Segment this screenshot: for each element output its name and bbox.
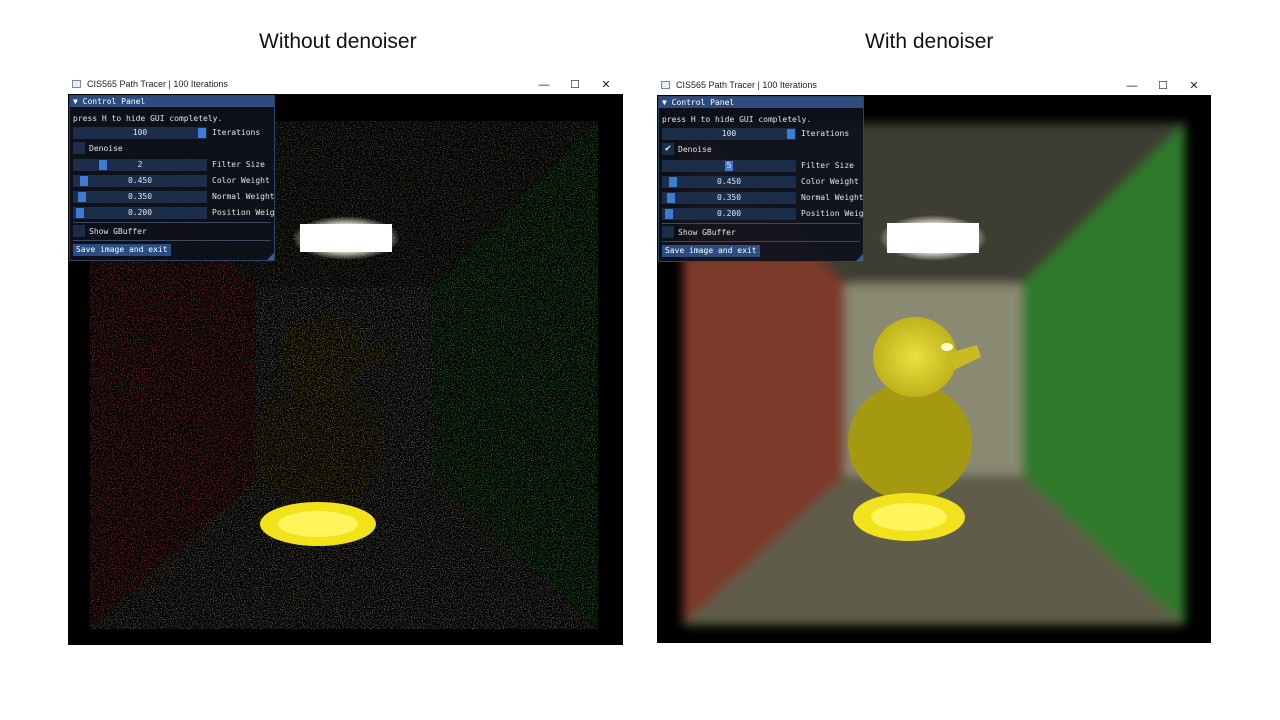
normal-weight-slider[interactable]: 0.350 xyxy=(73,191,207,203)
window-app-icon xyxy=(72,80,81,88)
separator xyxy=(662,241,860,242)
color-weight-value: 0.450 xyxy=(127,176,153,185)
filter-size-label: Filter Size xyxy=(212,160,265,169)
iterations-slider[interactable]: 100 xyxy=(662,128,796,140)
color-weight-label: Color Weight xyxy=(212,176,270,185)
save-image-button[interactable]: Save image and exit xyxy=(73,244,171,256)
filter-size-value: 2 xyxy=(137,160,143,169)
filter-size-slider[interactable]: 5 xyxy=(662,160,796,172)
position-weight-label: Position Weig xyxy=(212,208,275,217)
heading-without-denoiser: Without denoiser xyxy=(259,30,417,53)
filter-size-label: Filter Size xyxy=(801,161,854,170)
normal-weight-value: 0.350 xyxy=(716,193,742,202)
window-title: CIS565 Path Tracer | 100 Iterations xyxy=(87,79,228,89)
position-weight-slider[interactable]: 0.200 xyxy=(662,208,796,220)
iterations-label: Iterations xyxy=(801,129,850,138)
separator xyxy=(73,240,271,241)
separator xyxy=(73,222,271,223)
control-panel-header[interactable]: ▼ Control Panel xyxy=(659,97,863,108)
close-icon[interactable]: ✕ xyxy=(1179,77,1209,95)
denoise-label: Denoise xyxy=(678,145,712,154)
filter-size-value: 5 xyxy=(726,161,732,170)
color-weight-label: Color Weight xyxy=(801,177,859,186)
gui-hint-text: press H to hide GUI completely. xyxy=(73,114,223,123)
normal-weight-value: 0.350 xyxy=(127,192,153,201)
color-weight-slider[interactable]: 0.450 xyxy=(73,175,207,187)
close-icon[interactable]: ✕ xyxy=(591,76,621,94)
iterations-value: 100 xyxy=(132,128,148,137)
window-app-icon xyxy=(661,81,670,89)
control-panel-header[interactable]: ▼ Control Panel xyxy=(70,96,274,107)
position-weight-value: 0.200 xyxy=(127,208,153,217)
iterations-label: Iterations xyxy=(212,128,261,137)
denoise-label: Denoise xyxy=(89,144,123,153)
iterations-value: 100 xyxy=(721,129,737,138)
position-weight-label: Position Weig xyxy=(801,209,864,218)
render-viewport[interactable]: ▼ Control Panel press H to hide GUI comp… xyxy=(657,95,1211,643)
denoise-checkbox[interactable]: ✔ xyxy=(662,143,674,155)
heading-with-denoiser: With denoiser xyxy=(865,30,994,53)
color-weight-slider[interactable]: 0.450 xyxy=(662,176,796,188)
gui-hint-text: press H to hide GUI completely. xyxy=(662,115,812,124)
window-with-denoiser: CIS565 Path Tracer | 100 Iterations — ☐ … xyxy=(657,77,1211,643)
window-title: CIS565 Path Tracer | 100 Iterations xyxy=(676,80,817,90)
show-gbuffer-label: Show GBuffer xyxy=(678,228,736,237)
control-panel[interactable]: ▼ Control Panel press H to hide GUI comp… xyxy=(658,96,864,262)
show-gbuffer-checkbox[interactable] xyxy=(73,225,85,237)
show-gbuffer-label: Show GBuffer xyxy=(89,227,147,236)
normal-weight-label: Normal Weight xyxy=(801,193,864,202)
minimize-icon[interactable]: — xyxy=(529,76,559,94)
filter-size-slider[interactable]: 2 xyxy=(73,159,207,171)
minimize-icon[interactable]: — xyxy=(1117,77,1147,95)
color-weight-value: 0.450 xyxy=(716,177,742,186)
control-panel[interactable]: ▼ Control Panel press H to hide GUI comp… xyxy=(69,95,275,261)
render-viewport[interactable]: ▼ Control Panel press H to hide GUI comp… xyxy=(68,94,623,645)
resize-grip[interactable] xyxy=(856,254,863,261)
title-bar[interactable]: CIS565 Path Tracer | 100 Iterations — ☐ … xyxy=(657,77,1211,95)
denoise-checkbox[interactable] xyxy=(73,142,85,154)
position-weight-slider[interactable]: 0.200 xyxy=(73,207,207,219)
separator xyxy=(662,223,860,224)
normal-weight-label: Normal Weight xyxy=(212,192,275,201)
iterations-slider[interactable]: 100 xyxy=(73,127,207,139)
title-bar[interactable]: CIS565 Path Tracer | 100 Iterations — ☐ … xyxy=(68,76,623,94)
maximize-icon[interactable]: ☐ xyxy=(560,76,590,94)
show-gbuffer-checkbox[interactable] xyxy=(662,226,674,238)
save-image-button[interactable]: Save image and exit xyxy=(662,245,760,257)
window-without-denoiser: CIS565 Path Tracer | 100 Iterations — ☐ … xyxy=(68,76,623,645)
position-weight-value: 0.200 xyxy=(716,209,742,218)
normal-weight-slider[interactable]: 0.350 xyxy=(662,192,796,204)
resize-grip[interactable] xyxy=(267,253,274,260)
maximize-icon[interactable]: ☐ xyxy=(1148,77,1178,95)
